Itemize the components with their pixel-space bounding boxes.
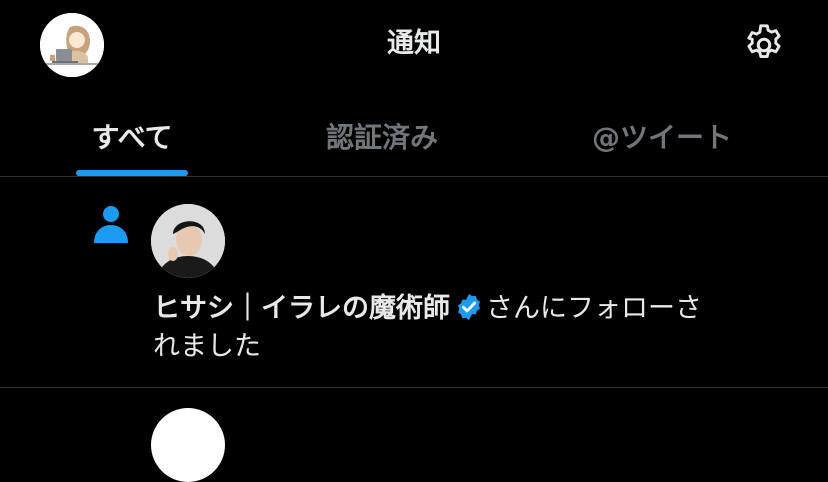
notification-tabs: すべて 認証済み @ツイート — [0, 96, 828, 176]
tab-mentions[interactable]: @ツイート — [570, 96, 754, 176]
page-title: 通知 — [387, 28, 441, 59]
tab-all[interactable]: すべて — [40, 96, 224, 176]
person-icon — [92, 205, 130, 245]
verified-badge-icon — [454, 292, 484, 322]
follower-name[interactable]: ヒサシ｜イラレの魔術師 — [153, 293, 450, 324]
gear-icon — [747, 24, 781, 58]
settings-gear-icon[interactable] — [741, 22, 787, 68]
tab-verified[interactable]: 認証済み — [290, 96, 474, 176]
notification-item[interactable]: ヒサシ｜イラレの魔術師 さんにフォローされました — [0, 177, 828, 387]
notification-message-part1: さんにフォローさ — [486, 293, 702, 324]
follower-avatar[interactable] — [151, 204, 225, 278]
next-notification-avatar[interactable] — [151, 408, 225, 482]
notification-message: ヒサシ｜イラレの魔術師 さんにフォローされました — [153, 290, 793, 366]
top-bar: 通知 — [0, 0, 828, 90]
notification-divider — [0, 387, 828, 388]
follower-avatar-photo — [151, 204, 225, 278]
notification-message-part2: れました — [153, 331, 261, 362]
